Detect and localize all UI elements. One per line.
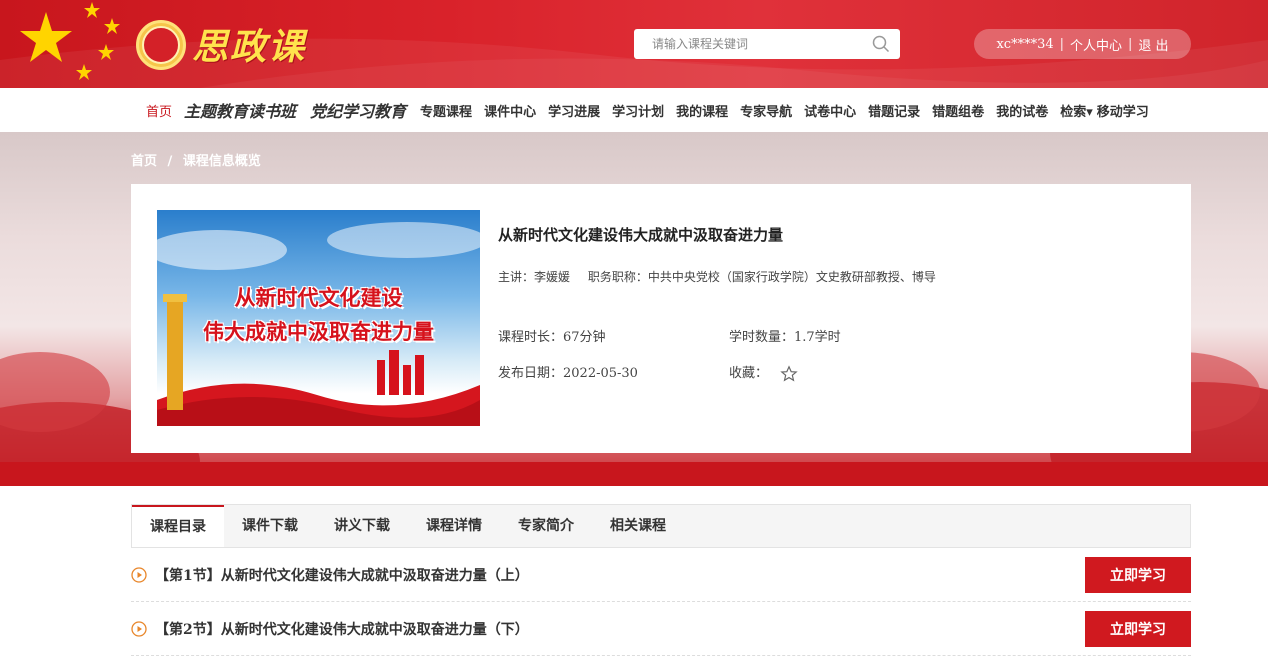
lesson-item: 【第2节】从新时代文化建设伟大成就中汲取奋进力量（下） 立即学习	[131, 602, 1191, 656]
nav-item-exam-center[interactable]: 试卷中心	[804, 101, 856, 120]
course-duration: 课程时长：67分钟	[498, 330, 606, 345]
nav-item-my-exams[interactable]: 我的试卷	[996, 101, 1048, 120]
breadcrumb-current: 课程信息概览	[182, 154, 261, 169]
nav-item-progress[interactable]: 学习进展	[548, 101, 600, 120]
tab-course-details[interactable]: 课程详情	[408, 505, 500, 547]
lesson-item: 【第1节】从新时代文化建设伟大成就中汲取奋进力量（上） 立即学习	[131, 548, 1191, 602]
nav-item-reading-class[interactable]: 主题教育读书班	[184, 98, 296, 122]
favorite-section: 收藏：	[729, 362, 798, 383]
lesson-title[interactable]: 【第1节】从新时代文化建设伟大成就中汲取奋进力量（上）	[155, 565, 1085, 585]
lecturer-position: 职务职称：中共中央党校（国家行政学院）文史教研部教授、博导	[587, 270, 936, 284]
course-tabs: 课程目录 课件下载 讲义下载 课程详情 专家简介 相关课程	[131, 504, 1191, 548]
user-menu: xc****34 | 个人中心 | 退 出	[974, 29, 1191, 59]
course-credits: 学时数量：1.7学时	[729, 330, 841, 345]
user-center-link[interactable]: 个人中心	[1064, 35, 1128, 54]
study-now-button[interactable]: 立即学习	[1085, 556, 1191, 593]
nav-item-discipline-education[interactable]: 党纪学习教育	[310, 98, 406, 122]
star-icon[interactable]	[780, 364, 798, 383]
nav-item-my-courses[interactable]: 我的课程	[676, 101, 728, 120]
nav-item-home[interactable]: 首页	[146, 101, 172, 120]
course-publish-date: 发布日期：2022-05-30	[498, 366, 638, 381]
breadcrumb-home[interactable]: 首页	[131, 154, 157, 169]
cover-title-line1: 从新时代文化建设	[234, 286, 403, 310]
tab-related-courses[interactable]: 相关课程	[592, 505, 684, 547]
nav-item-wrong-records[interactable]: 错题记录	[868, 101, 920, 120]
play-icon[interactable]	[131, 620, 147, 637]
lecturer-info: 主讲：李媛媛 职务职称：中共中央党校（国家行政学院）文史教研部教授、博导	[498, 268, 950, 285]
party-school-emblem-icon	[136, 20, 186, 70]
play-icon[interactable]	[131, 566, 147, 583]
nav-item-courseware[interactable]: 课件中心	[484, 101, 536, 120]
nav-item-topics[interactable]: 专题课程	[420, 101, 472, 120]
main-nav: 首页 主题教育读书班 党纪学习教育 专题课程 课件中心 学习进展 学习计划 我的…	[0, 88, 1268, 132]
lecturer-name: 主讲：李媛媛	[498, 270, 571, 284]
course-cover-image: 从新时代文化建设 伟大成就中汲取奋进力量	[157, 210, 480, 426]
cover-title-line2: 伟大成就中汲取奋进力量	[203, 320, 434, 344]
breadcrumb-separator: /	[167, 154, 173, 169]
nav-item-wrong-quiz[interactable]: 错题组卷	[932, 101, 984, 120]
tab-catalog[interactable]: 课程目录	[132, 505, 224, 547]
search-icon[interactable]	[872, 35, 890, 53]
lesson-title[interactable]: 【第2节】从新时代文化建设伟大成就中汲取奋进力量（下）	[155, 619, 1085, 639]
breadcrumb: 首页 / 课程信息概览	[131, 150, 267, 169]
favorite-label: 收藏：	[729, 366, 769, 381]
course-info-card: 从新时代文化建设 伟大成就中汲取奋进力量 从新时代文化建设伟大成就中汲取奋进力量…	[131, 184, 1191, 453]
user-separator: |	[1059, 36, 1064, 52]
flag-stars-icon	[20, 2, 120, 80]
nav-item-mobile[interactable]: 移动学习	[1097, 101, 1149, 120]
tab-handout-download[interactable]: 讲义下载	[316, 505, 408, 547]
nav-item-search-dropdown[interactable]: 检索▾	[1060, 101, 1093, 120]
tab-expert-intro[interactable]: 专家简介	[500, 505, 592, 547]
search-box	[634, 29, 900, 59]
tab-courseware-download[interactable]: 课件下载	[224, 505, 316, 547]
nav-item-plan[interactable]: 学习计划	[612, 101, 664, 120]
logout-link[interactable]: 退 出	[1132, 35, 1174, 54]
course-title: 从新时代文化建设伟大成就中汲取奋进力量	[498, 226, 784, 244]
user-separator: |	[1128, 36, 1133, 52]
site-logo-text: 思政课	[192, 26, 307, 68]
site-header: 思政课 xc****34 | 个人中心 | 退 出	[0, 0, 1268, 88]
study-now-button[interactable]: 立即学习	[1085, 610, 1191, 647]
search-input[interactable]	[652, 37, 872, 51]
username[interactable]: xc****34	[990, 37, 1059, 52]
nav-item-experts[interactable]: 专家导航	[740, 101, 792, 120]
